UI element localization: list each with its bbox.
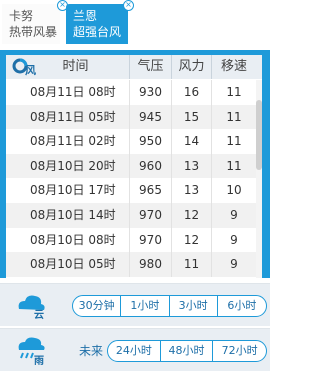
cell-speed: 11 — [226, 158, 242, 173]
cell-pressure: 965 — [130, 178, 172, 203]
rain-option-48h[interactable]: 48小时 — [161, 341, 214, 361]
cell-pressure: 950 — [130, 129, 172, 154]
cloud-panel: 云 30分钟 1小时 3小时 6小时 — [0, 283, 270, 326]
cell-pressure: 970 — [130, 202, 172, 228]
table-row[interactable]: 08月10日 05时 980 11 9 — [6, 252, 262, 277]
table-row[interactable]: 08月11日 02时 950 14 11 — [6, 129, 262, 154]
cloud-option-3h[interactable]: 3小时 — [170, 296, 218, 316]
cell-pressure: 960 — [130, 153, 172, 179]
rain-option-24h[interactable]: 24小时 — [108, 341, 161, 361]
header-pressure: 气压 — [130, 55, 172, 79]
future-label: 未来 — [79, 344, 104, 358]
cell-time: 08月10日 08时 — [6, 227, 130, 253]
cell-time: 08月11日 08时 — [6, 80, 130, 105]
cell-speed: 11 — [226, 134, 242, 149]
cell-time: 08月10日 20时 — [6, 153, 130, 179]
table-row[interactable]: 08月10日 14时 970 12 9 — [6, 202, 262, 228]
rain-panel: 雨 未来 24小时 48小时 72小时 — [0, 328, 270, 371]
rain-icon-label: 雨 — [34, 355, 44, 366]
tab-storm-lan[interactable]: 兰恩 超强台风 — [66, 4, 128, 44]
cell-wind: 16 — [172, 80, 212, 105]
cell-speed: 9 — [230, 232, 238, 247]
cell-wind: 13 — [172, 153, 212, 179]
cell-speed: 11 — [226, 85, 242, 99]
cell-wind: 13 — [172, 178, 212, 203]
tab-storm-category: 热带风暴 — [9, 25, 58, 39]
header-time: 风 时间 — [6, 55, 130, 79]
cell-pressure: 980 — [130, 252, 172, 277]
cell-speed: 10 — [226, 183, 242, 198]
typhoon-icon-label: 风 — [25, 63, 36, 77]
tab-storm-name: 兰恩 — [73, 9, 98, 23]
table-row[interactable]: 08月10日 20时 960 13 11 — [6, 153, 262, 179]
storm-tabs: 卡努 热带风暴 × 兰恩 超强台风 × — [0, 0, 270, 48]
table-scrollbar[interactable] — [256, 80, 262, 278]
header-time-label: 时间 — [62, 59, 89, 74]
cell-speed: 9 — [230, 257, 238, 272]
cloud-interval-selector: 30分钟 1小时 3小时 6小时 — [72, 295, 267, 317]
header-wind: 风力 — [172, 55, 212, 79]
track-table: 风 时间 气压 风力 移速 08月11日 08时 930 16 11 08月11… — [6, 55, 262, 278]
cell-speed: 9 — [230, 207, 238, 222]
tab-storm-name: 卡努 — [9, 9, 34, 23]
table-header: 风 时间 气压 风力 移速 — [6, 55, 262, 79]
tab-storm-category: 超强台风 — [73, 25, 122, 39]
header-speed: 移速 — [220, 59, 247, 74]
cell-time: 08月11日 02时 — [6, 129, 130, 154]
cell-time: 08月10日 17时 — [6, 178, 130, 203]
cloud-icon: 云 — [18, 295, 45, 321]
cell-time: 08月11日 05时 — [6, 104, 130, 130]
cloud-option-30min[interactable]: 30分钟 — [73, 296, 122, 316]
tab-storm-kanu[interactable]: 卡努 热带风暴 — [2, 4, 60, 44]
rain-icon: 雨 — [18, 337, 45, 366]
cell-pressure: 970 — [130, 227, 172, 253]
cloud-option-1h[interactable]: 1小时 — [121, 296, 170, 316]
cell-wind: 12 — [172, 202, 212, 228]
cell-wind: 15 — [172, 104, 212, 130]
table-row[interactable]: 08月11日 08时 930 16 11 — [6, 80, 262, 105]
cell-wind: 14 — [172, 129, 212, 154]
cloud-icon-label: 云 — [34, 309, 44, 321]
scrollbar-thumb[interactable] — [256, 100, 262, 170]
rain-interval-selector: 24小时 48小时 72小时 — [107, 340, 267, 362]
cell-time: 08月10日 05时 — [6, 252, 130, 277]
table-row[interactable]: 08月10日 08时 970 12 9 — [6, 227, 262, 253]
close-icon[interactable]: × — [123, 0, 134, 11]
cell-pressure: 945 — [130, 104, 172, 130]
cell-pressure: 930 — [130, 80, 172, 105]
cell-time: 08月10日 14时 — [6, 202, 130, 228]
cell-wind: 11 — [172, 252, 212, 277]
table-row[interactable]: 08月10日 17时 965 13 10 — [6, 178, 262, 203]
cloud-option-6h[interactable]: 6小时 — [218, 296, 266, 316]
rain-option-72h[interactable]: 72小时 — [213, 341, 266, 361]
cell-speed: 11 — [226, 109, 242, 124]
table-body: 08月11日 08时 930 16 11 08月11日 05时 945 15 1… — [6, 80, 262, 277]
typhoon-icon: 风 — [12, 58, 36, 77]
table-row[interactable]: 08月11日 05时 945 15 11 — [6, 104, 262, 130]
cell-wind: 12 — [172, 227, 212, 253]
